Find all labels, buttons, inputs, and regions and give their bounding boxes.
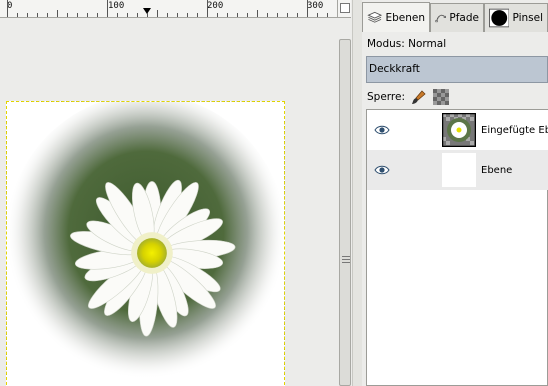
layer-name-background[interactable]: Ebene — [481, 165, 512, 176]
image-layer-boundary[interactable] — [6, 101, 285, 386]
mode-selector[interactable]: Modus: Normal — [367, 38, 446, 50]
horizontal-ruler[interactable]: 0 100 200 300 — [0, 0, 337, 18]
opacity-label: Deckkraft — [369, 63, 420, 75]
image-canvas-area: 0 100 200 300 — [0, 0, 352, 386]
ruler-tick — [167, 13, 168, 17]
layer-name-pasted[interactable]: Eingefügte Ebene — [481, 125, 548, 136]
scrollbar-thumb[interactable] — [339, 39, 351, 386]
ruler-tick — [27, 13, 28, 17]
ruler-tick — [297, 13, 298, 17]
ruler-tick — [57, 10, 58, 17]
ruler-tick — [277, 13, 278, 17]
ruler-tick — [7, 0, 8, 17]
ruler-tick — [127, 13, 128, 17]
lock-row: Sperre: — [367, 89, 450, 105]
ruler-label-300: 300 — [307, 1, 324, 11]
ruler-tick — [327, 13, 328, 17]
tab-paths-label: Pfade — [449, 12, 479, 24]
layers-list[interactable]: Eingefügte Ebene Ebene — [366, 109, 548, 386]
navigate-corner-button[interactable] — [337, 0, 351, 18]
ruler-label-200: 200 — [207, 1, 224, 11]
ruler-tick — [267, 13, 268, 17]
ruler-tick — [37, 13, 38, 17]
lock-label: Sperre: — [367, 91, 406, 103]
layers-dock: Ebenen Pfade Pinsel Modus: Normal Deckkr… — [362, 0, 548, 386]
ruler-tick — [87, 13, 88, 17]
ruler-tick — [217, 13, 218, 17]
flower-thumbnail — [442, 113, 476, 147]
ruler-tick — [257, 10, 258, 17]
ruler-tick — [77, 13, 78, 17]
ruler-tick — [207, 0, 208, 17]
scrollbar-grip — [342, 256, 350, 263]
ruler-tick — [237, 13, 238, 17]
ruler-tick — [107, 0, 108, 17]
ruler-tick — [137, 13, 138, 17]
ruler-tick — [157, 10, 158, 17]
paths-icon — [435, 14, 446, 23]
alpha-lock-icon[interactable] — [433, 89, 450, 105]
tab-paths[interactable]: Pfade — [430, 3, 484, 32]
ruler-tick — [307, 0, 308, 17]
layer-row-background[interactable]: Ebene — [367, 150, 548, 190]
layer-row-pasted[interactable]: Eingefügte Ebene — [367, 110, 548, 150]
dock-tabs: Ebenen Pfade Pinsel — [362, 0, 548, 32]
ruler-tick — [247, 13, 248, 17]
tab-layers-label: Ebenen — [385, 11, 425, 24]
ruler-tick — [177, 13, 178, 17]
ruler-tick — [67, 13, 68, 17]
ruler-tick — [97, 13, 98, 17]
white-thumbnail — [442, 153, 476, 187]
vertical-scrollbar[interactable] — [338, 19, 352, 386]
ruler-tick — [197, 13, 198, 17]
ruler-tick — [17, 13, 18, 17]
flower-photo — [7, 102, 284, 386]
eye-icon[interactable] — [374, 165, 390, 175]
eye-icon[interactable] — [374, 125, 390, 135]
ruler-tick — [287, 13, 288, 17]
ruler-tick — [117, 13, 118, 17]
paintbrush-lock-icon[interactable] — [411, 89, 427, 105]
ruler-tick — [187, 13, 188, 17]
navigate-icon — [340, 3, 350, 13]
ruler-tick — [147, 13, 148, 17]
ruler-tick — [227, 13, 228, 17]
tab-brushes-label: Pinsel — [512, 12, 543, 24]
canvas-view[interactable] — [0, 19, 337, 386]
dock-splitter[interactable] — [352, 0, 362, 386]
tab-layers[interactable]: Ebenen — [362, 2, 430, 32]
ruler-tick — [47, 13, 48, 17]
tab-brushes[interactable]: Pinsel — [484, 3, 548, 32]
layers-icon — [367, 11, 383, 23]
ruler-label-100: 100 — [108, 1, 125, 11]
brush-tip-icon — [489, 8, 510, 28]
opacity-slider[interactable]: Deckkraft — [366, 56, 548, 83]
ruler-tick — [317, 13, 318, 17]
